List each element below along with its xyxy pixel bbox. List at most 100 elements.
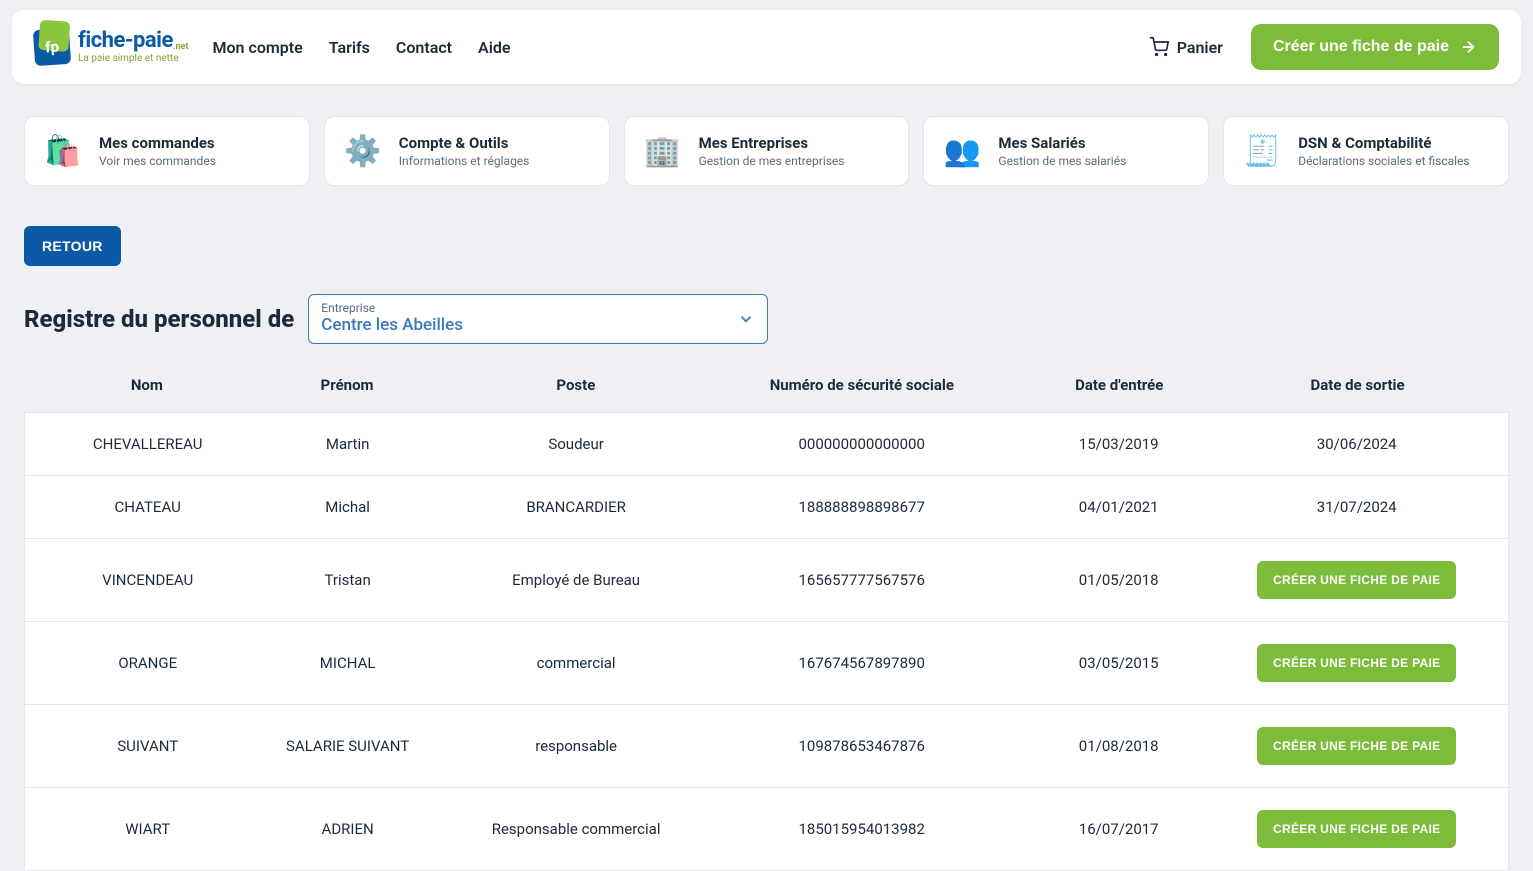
cell-prenom: Tristan	[252, 571, 442, 589]
tile-text: DSN & Comptabilité Déclarations sociales…	[1298, 134, 1469, 168]
tile-subtitle: Gestion de mes salariés	[998, 154, 1126, 168]
cell-ssn: 185015954013982	[709, 820, 1014, 838]
tile-employees[interactable]: 👥 Mes Salariés Gestion de mes salariés	[923, 116, 1209, 186]
company-select-value: Centre les Abeilles	[321, 315, 727, 335]
cell-ssn: 165657777567576	[709, 571, 1014, 589]
cell-nom: CHEVALLEREAU	[43, 435, 252, 453]
cell-entree: 04/01/2021	[1014, 498, 1223, 516]
cell-action: CRÉER UNE FICHE DE PAIE	[1223, 727, 1490, 765]
nav-mon-compte[interactable]: Mon compte	[213, 38, 303, 57]
tile-icon: 🧾	[1240, 129, 1284, 173]
header-entree: Date d'entrée	[1014, 376, 1224, 394]
dashboard-tiles: 🛍️ Mes commandes Voir mes commandes ⚙️ C…	[24, 116, 1509, 186]
cell-action: CRÉER UNE FICHE DE PAIE	[1223, 644, 1490, 682]
cell-ssn: 167674567897890	[709, 654, 1014, 672]
cell-entree: 03/05/2015	[1014, 654, 1223, 672]
logo-text: fiche-paie .net La paie simple et nette	[78, 30, 179, 64]
title-row: Registre du personnel de Entreprise Cent…	[24, 294, 1509, 344]
tile-dsn[interactable]: 🧾 DSN & Comptabilité Déclarations social…	[1223, 116, 1509, 186]
main-nav: Mon compte Tarifs Contact Aide	[213, 38, 511, 57]
cell-action: CRÉER UNE FICHE DE PAIE	[1223, 810, 1490, 848]
cell-ssn: 109878653467876	[709, 737, 1014, 755]
tile-title: Compte & Outils	[399, 134, 530, 152]
tile-title: DSN & Comptabilité	[1298, 134, 1469, 152]
create-payslip-label: Créer une fiche de paie	[1273, 38, 1449, 56]
cell-prenom: Martin	[252, 435, 442, 453]
cell-poste: Employé de Bureau	[443, 571, 710, 589]
tile-icon: 🏢	[641, 129, 685, 173]
table-row: SUIVANT SALARIE SUIVANT responsable 1098…	[24, 705, 1509, 788]
cell-nom: WIART	[43, 820, 252, 838]
nav-contact[interactable]: Contact	[396, 38, 452, 57]
company-select-label: Entreprise	[321, 301, 727, 315]
cell-entree: 01/05/2018	[1014, 571, 1223, 589]
tile-subtitle: Déclarations sociales et fiscales	[1298, 154, 1469, 168]
tile-subtitle: Gestion de mes entreprises	[699, 154, 845, 168]
cart-link[interactable]: Panier	[1149, 37, 1223, 57]
chevron-down-icon	[737, 310, 755, 328]
header-prenom: Prénom	[252, 376, 443, 394]
tile-icon: 👥	[940, 129, 984, 173]
cell-prenom: MICHAL	[252, 654, 442, 672]
tile-orders[interactable]: 🛍️ Mes commandes Voir mes commandes	[24, 116, 310, 186]
row-create-payslip-button[interactable]: CRÉER UNE FICHE DE PAIE	[1257, 561, 1456, 599]
back-button[interactable]: RETOUR	[24, 226, 121, 266]
logo-tagline: La paie simple et nette	[78, 54, 179, 64]
tile-title: Mes Salariés	[998, 134, 1126, 152]
cell-prenom: SALARIE SUIVANT	[252, 737, 442, 755]
cell-poste: commercial	[443, 654, 710, 672]
table-row: WIART ADRIEN Responsable commercial 1850…	[24, 788, 1509, 871]
cell-ssn: 188888898898677	[709, 498, 1014, 516]
page-title: Registre du personnel de	[24, 305, 294, 333]
company-select[interactable]: Entreprise Centre les Abeilles	[308, 294, 768, 344]
cell-action: CRÉER UNE FICHE DE PAIE	[1223, 561, 1490, 599]
header-nom: Nom	[42, 376, 252, 394]
table-row: ORANGE MICHAL commercial 167674567897890…	[24, 622, 1509, 705]
table-header: Nom Prénom Poste Numéro de sécurité soci…	[24, 376, 1509, 412]
header-poste: Poste	[442, 376, 709, 394]
cell-nom: SUIVANT	[43, 737, 252, 755]
logo-net: .net	[173, 43, 189, 52]
nav-tarifs[interactable]: Tarifs	[329, 38, 370, 57]
tile-account[interactable]: ⚙️ Compte & Outils Informations et régla…	[324, 116, 610, 186]
tile-text: Compte & Outils Informations et réglages	[399, 134, 530, 168]
header-ssn: Numéro de sécurité sociale	[709, 376, 1014, 394]
tile-text: Mes commandes Voir mes commandes	[99, 134, 216, 168]
row-create-payslip-button[interactable]: CRÉER UNE FICHE DE PAIE	[1257, 727, 1456, 765]
table-row: CHEVALLEREAU Martin Soudeur 000000000000…	[24, 412, 1509, 476]
tile-subtitle: Informations et réglages	[399, 154, 530, 168]
tile-text: Mes Entreprises Gestion de mes entrepris…	[699, 134, 845, 168]
logo[interactable]: fp fiche-paie .net La paie simple et net…	[34, 29, 179, 65]
arrow-right-icon	[1459, 38, 1477, 56]
cell-poste: BRANCARDIER	[443, 498, 710, 516]
tile-companies[interactable]: 🏢 Mes Entreprises Gestion de mes entrepr…	[624, 116, 910, 186]
logo-badge: fp	[33, 28, 71, 66]
cell-sortie: 31/07/2024	[1223, 498, 1490, 516]
cell-ssn: 000000000000000	[709, 435, 1014, 453]
tile-icon: 🛍️	[41, 129, 85, 173]
cart-label: Panier	[1177, 38, 1223, 57]
row-create-payslip-button[interactable]: CRÉER UNE FICHE DE PAIE	[1257, 644, 1456, 682]
top-navbar: fp fiche-paie .net La paie simple et net…	[12, 10, 1521, 84]
cell-nom: CHATEAU	[43, 498, 252, 516]
tile-subtitle: Voir mes commandes	[99, 154, 216, 168]
tile-title: Mes commandes	[99, 134, 216, 152]
table-row: VINCENDEAU Tristan Employé de Bureau 165…	[24, 539, 1509, 622]
tile-title: Mes Entreprises	[699, 134, 845, 152]
logo-main: fiche-paie	[78, 30, 173, 52]
cell-poste: Soudeur	[443, 435, 710, 453]
personnel-table: Nom Prénom Poste Numéro de sécurité soci…	[24, 376, 1509, 871]
cell-nom: VINCENDEAU	[43, 571, 252, 589]
main-content: RETOUR Registre du personnel de Entrepri…	[24, 226, 1509, 871]
cell-entree: 15/03/2019	[1014, 435, 1223, 453]
cell-entree: 01/08/2018	[1014, 737, 1223, 755]
row-create-payslip-button[interactable]: CRÉER UNE FICHE DE PAIE	[1257, 810, 1456, 848]
nav-aide[interactable]: Aide	[478, 38, 510, 57]
cell-poste: responsable	[443, 737, 710, 755]
header-sortie: Date de sortie	[1224, 376, 1491, 394]
create-payslip-button[interactable]: Créer une fiche de paie	[1251, 24, 1499, 70]
cart-icon	[1149, 37, 1169, 57]
cell-sortie: 30/06/2024	[1223, 435, 1490, 453]
table-row: CHATEAU Michal BRANCARDIER 1888888988986…	[24, 476, 1509, 539]
cell-entree: 16/07/2017	[1014, 820, 1223, 838]
